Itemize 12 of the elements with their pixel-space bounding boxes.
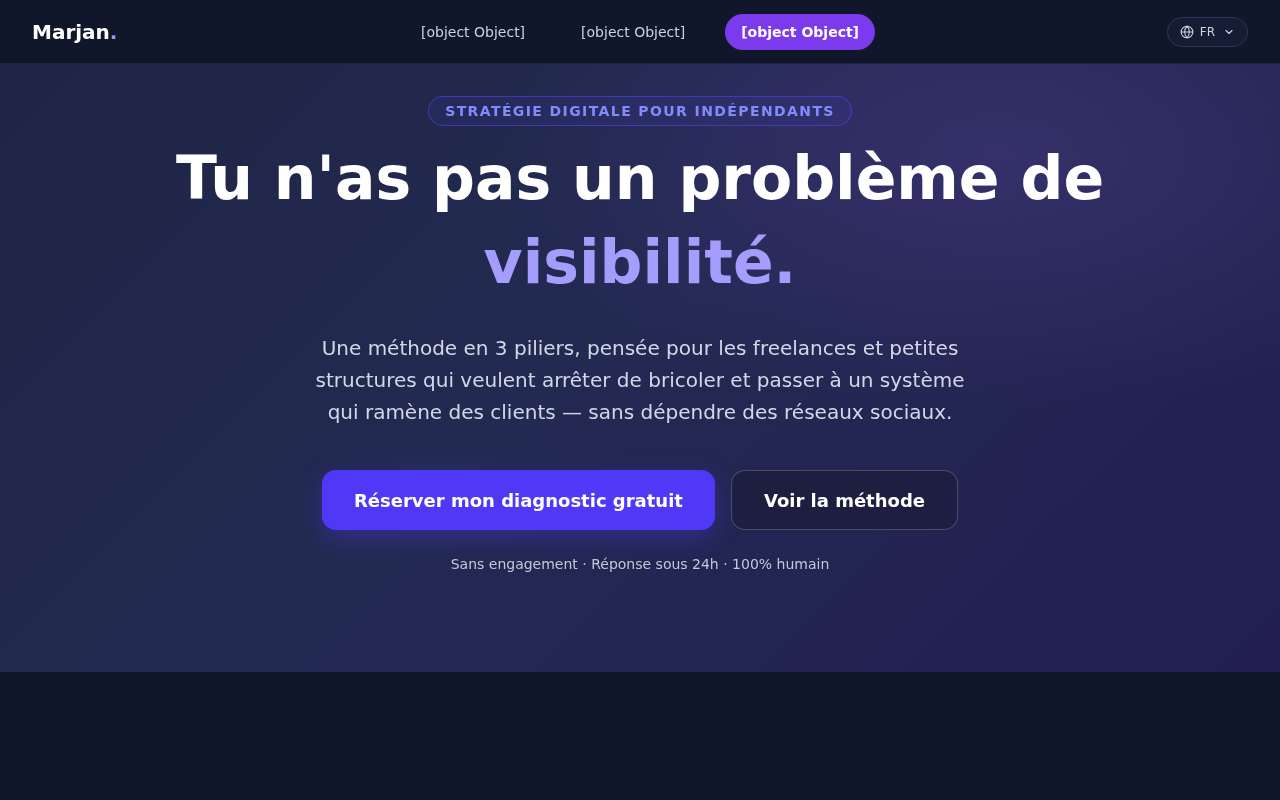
category-badge: STRATÉGIE DIGITALE POUR INDÉPENDANTS	[428, 96, 852, 126]
nav-link[interactable]: [object Object]	[565, 14, 702, 50]
view-method-button[interactable]: Voir la méthode	[730, 470, 958, 530]
nav-link[interactable]: [object Object]	[725, 14, 876, 50]
book-diagnostic-button[interactable]: Réserver mon diagnostic gratuit	[322, 470, 715, 530]
language-selector[interactable]: FR	[1166, 16, 1248, 47]
globe-icon	[1179, 24, 1194, 39]
reassurance-note: Sans engagement · Réponse sous 24h · 100% humain	[450, 555, 830, 574]
nav-link[interactable]: [object Object]	[404, 14, 542, 50]
site-logo[interactable]: Marjan.	[32, 21, 118, 42]
hero-heading: Tu n'as pas un problème de visibilité.	[175, 142, 1105, 299]
hero-description: Une méthode en 3 piliers, pensée pour les freelances et petites structures qui veulent arrêter de bricoler et passer à un système qui ramène des clients — sans dépendre des réseaux sociaux.	[314, 335, 966, 426]
